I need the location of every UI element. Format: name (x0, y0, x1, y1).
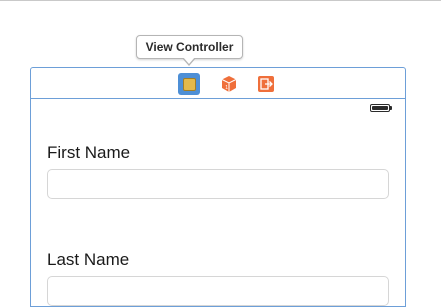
exit-icon[interactable] (256, 74, 276, 94)
first-responder-icon[interactable]: 1 (219, 74, 239, 94)
battery-icon (370, 104, 390, 112)
last-name-label: Last Name (47, 250, 130, 269)
view-controller-scene[interactable]: 1 First Name Last Name (30, 67, 406, 307)
top-divider (0, 0, 441, 1)
scene-dock: 1 (31, 68, 405, 99)
view-controller-icon[interactable] (178, 73, 200, 95)
tooltip-arrow-fill (183, 57, 195, 64)
scene-title-tooltip: View Controller (136, 35, 243, 59)
svg-text:1: 1 (225, 85, 228, 91)
first-name-field[interactable] (47, 169, 389, 199)
battery-tip (390, 106, 392, 110)
first-name-label: First Name (47, 143, 131, 162)
last-name-field[interactable] (47, 276, 389, 306)
